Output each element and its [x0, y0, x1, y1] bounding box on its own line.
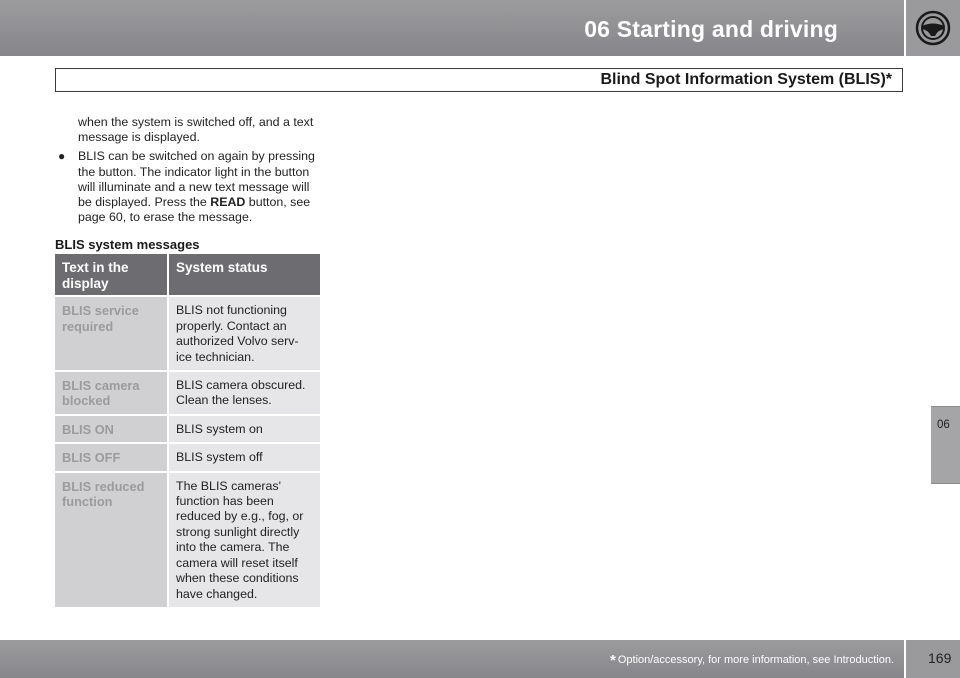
table-row: BLIS OFF BLIS system off [55, 443, 320, 473]
table-row: BLIS reduced function The BLIS cameras' … [55, 471, 320, 609]
column-header-display: Text in the display [55, 254, 169, 298]
status-cell: BLIS system off [168, 443, 320, 473]
footnote-star: * [610, 652, 616, 669]
footer-band: * Option/accessory, for more information,… [0, 640, 904, 678]
status-cell: The BLIS cameras' function has been redu… [168, 471, 320, 609]
display-text-cell: BLIS OFF [55, 443, 169, 473]
status-cell: BLIS system on [168, 414, 320, 445]
chapter-side-tab: 06 [931, 406, 960, 484]
display-text-cell: BLIS reduced function [55, 471, 169, 609]
table-row: BLIS service required BLIS not functioni… [55, 296, 320, 373]
steering-wheel-icon [915, 10, 951, 46]
footnote-text: Option/accessory, for more information, … [617, 654, 894, 666]
footnote: * Option/accessory, for more information,… [610, 652, 894, 669]
bullet-item: ● BLIS can be switched on again by press… [58, 149, 321, 225]
section-bar: Blind Spot Information System (BLIS)* [55, 68, 903, 92]
table-row: BLIS ON BLIS system on [55, 414, 320, 445]
bullet-dot-icon: ● [58, 149, 66, 164]
messages-table: Text in the display System status BLIS s… [55, 254, 320, 609]
display-text-cell: BLIS camera blocked [55, 371, 169, 416]
chapter-title: 06 Starting and driving [584, 16, 838, 42]
section-title: Blind Spot Information System (BLIS)* [600, 71, 892, 88]
display-text-cell: BLIS ON [55, 414, 169, 445]
header-band: 06 Starting and driving [0, 0, 904, 56]
table-header-row: Text in the display System status [55, 254, 320, 298]
table-heading: BLIS system messages [55, 237, 200, 253]
content-column: when the system is switched off, and a t… [55, 115, 321, 609]
chapter-tab-label: 06 [937, 419, 950, 431]
page-number-box: 169 [906, 640, 960, 678]
column-header-status: System status [168, 254, 320, 298]
continuation-text: when the system is switched off, and a t… [78, 115, 314, 145]
display-text-cell: BLIS service required [55, 296, 169, 373]
chapter-icon-box [906, 0, 960, 56]
read-button-name: READ [210, 195, 246, 210]
table-row: BLIS camera blocked BLIS camera obscured… [55, 371, 320, 416]
status-cell: BLIS camera obscured. Clean the lenses. [168, 371, 320, 416]
page-number: 169 [928, 650, 952, 666]
status-cell: BLIS not functioning properly. Contact a… [168, 296, 320, 373]
